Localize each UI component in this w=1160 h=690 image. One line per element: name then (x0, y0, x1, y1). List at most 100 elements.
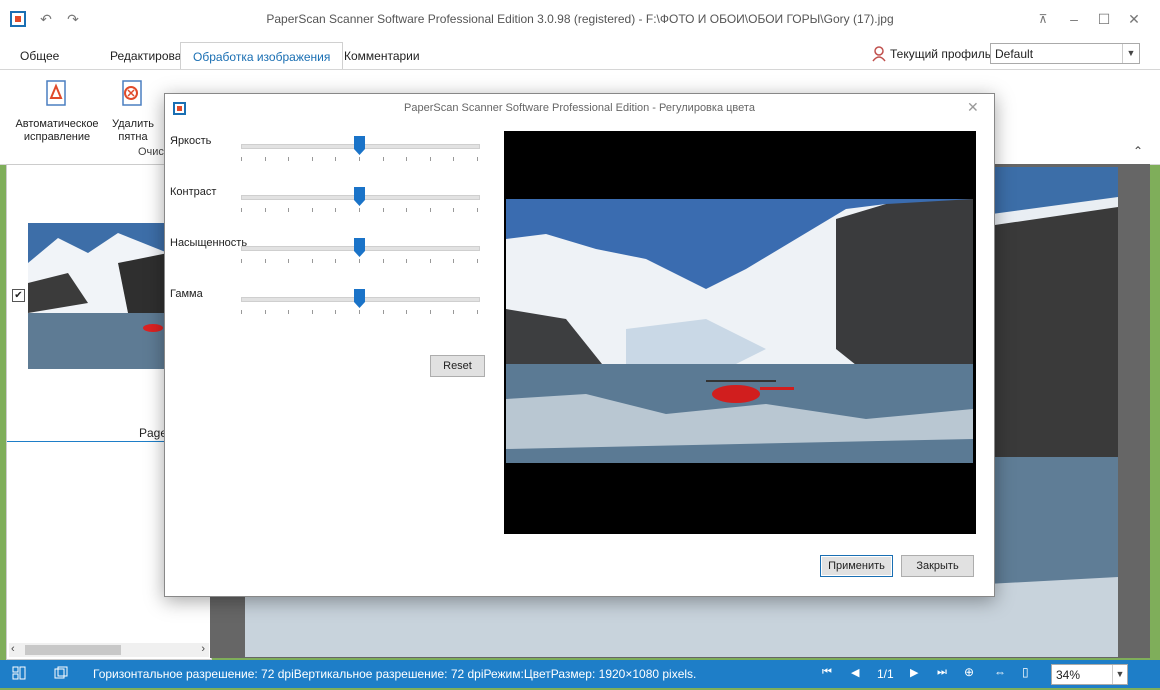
window-title: PaperScan Scanner Software Professional … (266, 12, 894, 26)
last-page-icon[interactable]: ⏭ (937, 666, 947, 679)
slider-tick (383, 259, 384, 263)
auto-fix-button[interactable]: Автоматическое исправление (12, 78, 102, 144)
slider-label: Гамма (170, 288, 203, 300)
tab-image-processing[interactable]: Обработка изображения (180, 42, 344, 71)
slider-tick (312, 310, 313, 314)
title-bar: ↶ ↷ PaperScan Scanner Software Professio… (0, 0, 1160, 39)
slider-tick (453, 208, 454, 212)
page-thumbnail[interactable] (28, 223, 168, 369)
color-adjust-dialog: PaperScan Scanner Software Professional … (164, 93, 995, 597)
slider-tick (265, 208, 266, 212)
slider-tick (359, 208, 360, 212)
slider-thumb[interactable] (354, 238, 365, 257)
status-bar: Горизонтальное разрешение: 72 dpiВертика… (0, 660, 1160, 688)
slider-tick (312, 208, 313, 212)
slider-tick (312, 157, 313, 161)
slider-tick (406, 157, 407, 161)
auto-fix-label-1: Автоматическое (15, 118, 99, 130)
preview-image (506, 199, 973, 463)
auto-fix-label-2: исправление (23, 131, 91, 143)
slider-tick (359, 310, 360, 314)
page-indicator: 1/1 (877, 667, 894, 681)
remove-spots-label-1: Удалить (112, 118, 154, 130)
tab-general[interactable]: Общее (8, 42, 71, 70)
collapse-ribbon-icon[interactable]: ⌃ (1133, 144, 1143, 158)
fit-page-icon[interactable]: ▯ (1022, 665, 1029, 679)
slider-ticks (241, 259, 478, 265)
slider-tick (477, 310, 478, 314)
profile-select[interactable]: Default ▼ (990, 43, 1140, 64)
slider-tick (241, 310, 242, 314)
thumbnails-view-icon[interactable] (12, 666, 26, 680)
slider-tick (335, 310, 336, 314)
dialog-close-icon[interactable]: ✕ (967, 99, 979, 116)
slider-thumb[interactable] (354, 136, 365, 155)
slider-tick (383, 208, 384, 212)
slider-tick (359, 259, 360, 263)
chevron-down-icon[interactable]: ▼ (1112, 665, 1127, 684)
ribbon-toggle-icon[interactable]: ⊼ (1033, 9, 1053, 29)
slider-tick (335, 157, 336, 161)
prev-page-icon[interactable]: ◀ (851, 666, 859, 679)
slider-tick (265, 310, 266, 314)
slider-tick (383, 310, 384, 314)
scroll-thumb[interactable] (25, 645, 121, 655)
auto-fix-icon (46, 80, 66, 106)
page-label: Page (139, 426, 168, 440)
slider-tick (406, 310, 407, 314)
slider-tick (383, 157, 384, 161)
slider-ticks (241, 310, 478, 316)
slider-tick (335, 259, 336, 263)
slider-tick (430, 157, 431, 161)
slider-tick (241, 157, 242, 161)
slider-tick (406, 208, 407, 212)
profile-select-value: Default (995, 47, 1034, 61)
slider-tick (477, 259, 478, 263)
minimize-icon[interactable]: – (1064, 9, 1084, 29)
scroll-left-icon[interactable]: ‹ (11, 643, 15, 655)
slider-tick (241, 208, 242, 212)
profile-label: Текущий профиль: (890, 47, 995, 61)
slider-tick (241, 259, 242, 263)
next-page-icon[interactable]: ▶ (910, 666, 918, 679)
slider-tick (453, 157, 454, 161)
reset-button[interactable]: Reset (430, 355, 485, 377)
profile-user-icon (872, 46, 886, 62)
slider-label: Насыщенность (170, 237, 248, 249)
close-button[interactable]: Закрыть (901, 555, 974, 577)
ribbon-tabs: Общее Редактирование Обработка изображен… (0, 38, 1160, 71)
remove-spots-label-2: пятна (118, 131, 148, 143)
apply-button[interactable]: Применить (820, 555, 893, 577)
tab-comments[interactable]: Комментарии (332, 42, 432, 70)
first-page-icon[interactable]: ⏮ (822, 666, 832, 679)
slider-tick (265, 157, 266, 161)
slider-label: Контраст (170, 186, 217, 198)
actual-size-icon[interactable]: ⊕ (964, 665, 974, 679)
slider-ticks (241, 208, 478, 214)
maximize-icon[interactable]: ☐ (1094, 9, 1114, 29)
dialog-title: PaperScan Scanner Software Professional … (404, 102, 755, 114)
pages-view-icon[interactable] (54, 666, 68, 680)
horizontal-scrollbar[interactable]: ‹ › (9, 643, 209, 657)
fit-width-icon[interactable]: ⇔ (994, 665, 1006, 679)
ribbon-group-label: Очис (138, 146, 164, 158)
slider-tick (477, 208, 478, 212)
slider-thumb[interactable] (354, 289, 365, 308)
slider-tick (453, 310, 454, 314)
slider-tick (406, 259, 407, 263)
image-preview (504, 131, 976, 534)
remove-spots-button[interactable]: Удалить пятна (110, 78, 156, 144)
zoom-select[interactable]: 34% ▼ (1051, 664, 1128, 685)
slider-tick (430, 208, 431, 212)
slider-tick (288, 259, 289, 263)
scroll-right-icon[interactable]: › (201, 643, 205, 655)
slider-thumb[interactable] (354, 187, 365, 206)
slider-tick (288, 157, 289, 161)
chevron-down-icon[interactable]: ▼ (1122, 44, 1139, 63)
close-window-icon[interactable]: ✕ (1124, 9, 1144, 29)
page-checkbox[interactable]: ✔ (12, 289, 25, 302)
slider-tick (312, 259, 313, 263)
slider-tick (288, 208, 289, 212)
slider-tick (453, 259, 454, 263)
slider-tick (335, 208, 336, 212)
